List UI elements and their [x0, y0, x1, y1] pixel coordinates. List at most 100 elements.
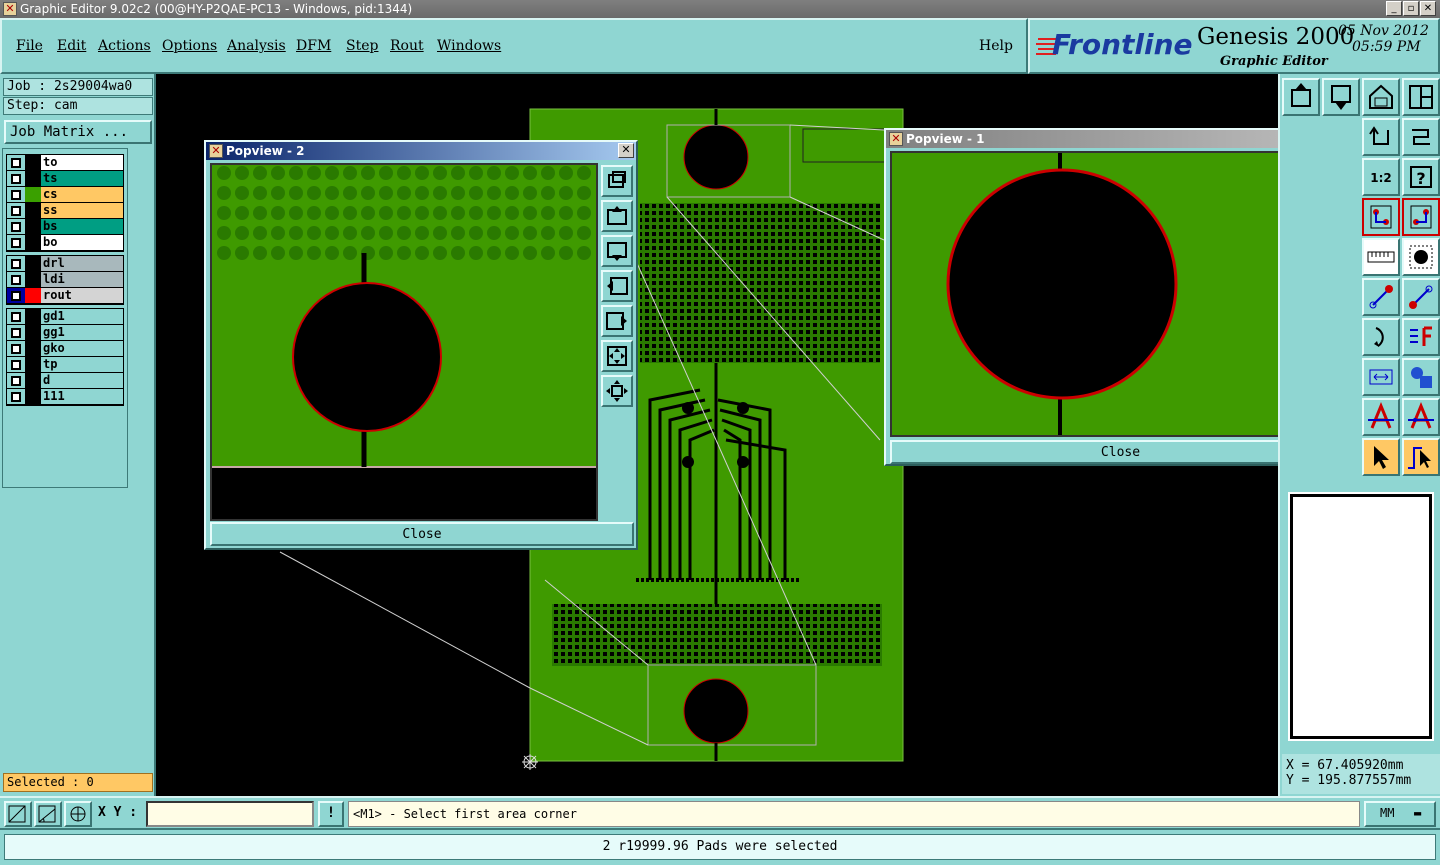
net-compare-icon[interactable] — [1402, 198, 1440, 236]
layer-color-swatch[interactable] — [25, 203, 41, 218]
move-line-icon[interactable] — [1402, 278, 1440, 316]
layer-color-swatch[interactable] — [25, 357, 41, 372]
menu-actions[interactable]: Actions — [98, 38, 151, 54]
maximize-button[interactable]: ▫ — [1403, 1, 1419, 16]
route-pointer-icon[interactable] — [1402, 438, 1440, 476]
popview-fit-icon[interactable] — [601, 165, 633, 197]
menu-options[interactable]: Options — [162, 38, 217, 54]
layer-color-swatch[interactable] — [25, 171, 41, 186]
arc-icon[interactable] — [1362, 318, 1400, 356]
select-pointer-icon[interactable] — [1362, 438, 1400, 476]
home-icon[interactable] — [1362, 78, 1400, 116]
layer-name[interactable]: bo — [41, 235, 123, 250]
layer-name[interactable]: ss — [41, 203, 123, 218]
popview-zoom-in-icon[interactable] — [601, 340, 633, 372]
layer-name[interactable]: rout — [41, 288, 123, 303]
popview-right-icon[interactable] — [601, 305, 633, 337]
open-icon[interactable] — [1282, 78, 1320, 116]
menu-edit[interactable]: Edit — [57, 38, 86, 54]
layer-row-gg1[interactable]: gg1 — [7, 325, 123, 341]
layer-checkbox[interactable] — [7, 357, 25, 372]
layer-name[interactable]: cs — [41, 187, 123, 202]
layer-color-swatch[interactable] — [25, 325, 41, 340]
layer-name[interactable]: bs — [41, 219, 123, 234]
layer-name[interactable]: gko — [41, 341, 123, 356]
popview-2-titlebar[interactable]: ✕ Popview - 2 ✕ — [206, 142, 636, 160]
menu-step[interactable]: Step — [346, 38, 378, 54]
layer-color-swatch[interactable] — [25, 309, 41, 324]
layer-color-swatch[interactable] — [25, 256, 41, 271]
text-a-icon[interactable] — [1362, 398, 1400, 436]
minimize-button[interactable]: _ — [1386, 1, 1402, 16]
layer-checkbox[interactable] — [7, 187, 25, 202]
layer-row-gd1[interactable]: gd1 — [7, 309, 123, 325]
menu-windows[interactable]: Windows — [437, 38, 501, 54]
units-select[interactable]: MM ▬ — [1364, 801, 1436, 827]
layer-color-swatch[interactable] — [25, 389, 41, 404]
layer-name[interactable]: ldi — [41, 272, 123, 287]
menu-rout[interactable]: Rout — [390, 38, 424, 54]
flip-icon[interactable] — [1402, 318, 1440, 356]
window-split-icon[interactable] — [1402, 78, 1440, 116]
menu-analysis[interactable]: Analysis — [227, 38, 286, 54]
xy-input[interactable] — [146, 801, 314, 827]
snap-angle-icon[interactable] — [34, 801, 62, 827]
popview-2-canvas[interactable] — [210, 163, 598, 521]
menu-dfm[interactable]: DFM — [296, 38, 331, 54]
layer-checkbox[interactable] — [7, 288, 25, 303]
layer-color-swatch[interactable] — [25, 235, 41, 250]
shapes-icon[interactable] — [1402, 358, 1440, 396]
popview-2-close-button[interactable]: Close — [210, 522, 634, 546]
layer-checkbox[interactable] — [7, 155, 25, 170]
ruler-icon[interactable] — [1362, 238, 1400, 276]
layer-color-swatch[interactable] — [25, 288, 41, 303]
layer-name[interactable]: 111 — [41, 389, 123, 404]
popview-2-close-icon[interactable]: ✕ — [618, 143, 634, 158]
layer-row-ts[interactable]: ts — [7, 171, 123, 187]
layer-row-111[interactable]: 111 — [7, 389, 123, 405]
popview-1-canvas[interactable] — [890, 151, 1315, 437]
measure-icon[interactable] — [1362, 358, 1400, 396]
popview-up-icon[interactable] — [601, 200, 633, 232]
layer-checkbox[interactable] — [7, 389, 25, 404]
add-line-icon[interactable] — [1362, 278, 1400, 316]
layer-color-swatch[interactable] — [25, 341, 41, 356]
layer-row-cs[interactable]: cs — [7, 187, 123, 203]
layer-checkbox[interactable] — [7, 341, 25, 356]
layer-color-swatch[interactable] — [25, 155, 41, 170]
net-select-icon[interactable] — [1362, 198, 1400, 236]
snap-off-icon[interactable] — [4, 801, 32, 827]
layer-checkbox[interactable] — [7, 171, 25, 186]
layer-color-swatch[interactable] — [25, 219, 41, 234]
layer-name[interactable]: gg1 — [41, 325, 123, 340]
help-icon[interactable]: ? — [1402, 158, 1440, 196]
layer-checkbox[interactable] — [7, 203, 25, 218]
layer-checkbox[interactable] — [7, 272, 25, 287]
popview-zoom-out-icon[interactable] — [601, 375, 633, 407]
layer-name[interactable]: drl — [41, 256, 123, 271]
layer-row-ss[interactable]: ss — [7, 203, 123, 219]
layer-row-bs[interactable]: bs — [7, 219, 123, 235]
layer-row-d[interactable]: d — [7, 373, 123, 389]
layer-color-swatch[interactable] — [25, 373, 41, 388]
overview-map[interactable] — [1288, 492, 1434, 741]
layer-checkbox[interactable] — [7, 235, 25, 250]
rotate-icon[interactable] — [1362, 118, 1400, 156]
layer-name[interactable]: to — [41, 155, 123, 170]
layer-checkbox[interactable] — [7, 219, 25, 234]
layer-color-swatch[interactable] — [25, 272, 41, 287]
text-edit-icon[interactable] — [1402, 398, 1440, 436]
popview-2-window[interactable]: ✕ Popview - 2 ✕ Close — [204, 140, 638, 550]
layer-row-gko[interactable]: gko — [7, 341, 123, 357]
layer-checkbox[interactable] — [7, 309, 25, 324]
save-icon[interactable] — [1322, 78, 1360, 116]
grid-snap-icon[interactable] — [64, 801, 92, 827]
popview-down-icon[interactable] — [601, 235, 633, 267]
menu-help[interactable]: Help — [979, 38, 1013, 54]
snake-icon[interactable] — [1402, 118, 1440, 156]
layer-checkbox[interactable] — [7, 256, 25, 271]
layer-name[interactable]: tp — [41, 357, 123, 372]
layer-row-tp[interactable]: tp — [7, 357, 123, 373]
job-matrix-button[interactable]: Job Matrix ... — [4, 120, 152, 144]
pad-icon[interactable] — [1402, 238, 1440, 276]
